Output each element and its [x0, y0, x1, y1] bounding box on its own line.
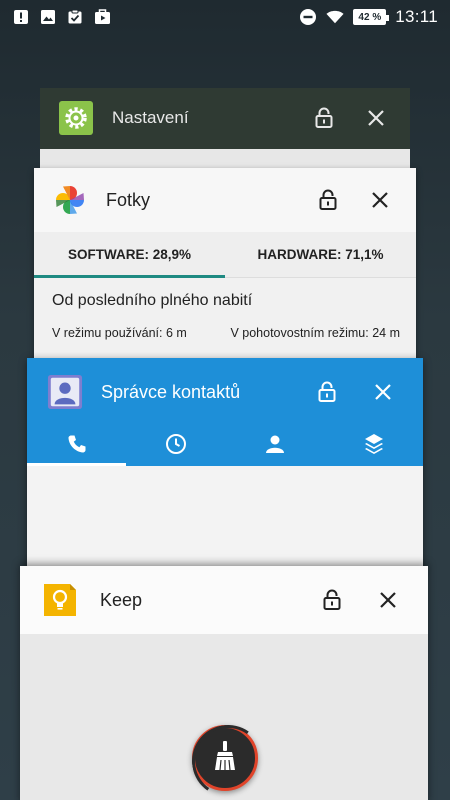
card-preview [40, 149, 410, 168]
close-button[interactable] [358, 100, 394, 136]
card-header: Nastavení [40, 88, 410, 148]
card-title: Fotky [106, 189, 151, 210]
lock-button[interactable] [309, 374, 345, 410]
active-tab-indicator [34, 275, 225, 278]
status-bar: 42 % 13:11 [0, 0, 450, 34]
tab-hardware[interactable]: HARDWARE: 71,1% [225, 232, 416, 277]
card-header: Keep [20, 566, 428, 634]
card-title: Správce kontaktů [101, 381, 241, 402]
gallery-icon [39, 8, 57, 26]
recent-app-card-contacts[interactable]: Správce kontaktů [27, 358, 423, 568]
settings-gear-icon [58, 100, 94, 136]
dnd-icon [299, 8, 317, 26]
close-button[interactable] [365, 374, 401, 410]
active-tab-indicator [27, 463, 126, 466]
google-photos-icon [52, 182, 88, 218]
battery-usage-tabs: SOFTWARE: 28,9% HARDWARE: 71,1% [34, 232, 416, 278]
usage-active: V režimu používání: 6 m [52, 326, 187, 340]
close-button[interactable] [370, 582, 406, 618]
keep-bulb-icon [42, 582, 78, 618]
clock-icon [165, 433, 187, 460]
contacts-tabs [27, 426, 423, 466]
task-check-icon [66, 8, 84, 26]
phone-icon [67, 434, 87, 459]
close-button[interactable] [362, 182, 398, 218]
usage-row: V režimu používání: 6 m V pohotovostním … [34, 326, 416, 340]
usage-standby: V pohotovostním režimu: 24 m [230, 326, 400, 340]
card-header: Fotky [34, 168, 416, 232]
tab-recent[interactable] [126, 426, 225, 466]
card-title: Nastavení [112, 108, 189, 127]
status-clock: 13:11 [395, 7, 438, 26]
since-full-charge-label: Od posledního plného nabití [52, 292, 253, 309]
person-icon [265, 434, 285, 459]
layers-icon [364, 433, 384, 460]
status-bar-right: 42 % 13:11 [299, 7, 438, 27]
recent-app-card-settings[interactable]: Nastavení [40, 88, 410, 168]
tab-software[interactable]: SOFTWARE: 28,9% [34, 232, 225, 277]
status-bar-left [12, 8, 111, 26]
clear-all-button[interactable] [192, 725, 258, 791]
contacts-icon [47, 374, 83, 410]
tab-groups[interactable] [324, 426, 423, 466]
broom-icon [213, 740, 237, 776]
recent-app-card-photos[interactable]: Fotky SOFTWARE: 28,9% HARDWARE: 71,1% Od… [34, 168, 416, 368]
notification-alert-icon [12, 8, 30, 26]
battery-level: 42 % [358, 11, 382, 23]
wifi-icon [326, 8, 344, 26]
lock-button[interactable] [306, 100, 342, 136]
tab-contacts[interactable] [225, 426, 324, 466]
tab-phone[interactable] [27, 426, 126, 466]
lock-button[interactable] [310, 182, 346, 218]
lock-button[interactable] [314, 582, 350, 618]
battery-icon: 42 % [353, 9, 389, 25]
video-bag-icon [93, 8, 111, 26]
card-header: Správce kontaktů [27, 358, 423, 426]
card-title: Keep [100, 589, 143, 610]
